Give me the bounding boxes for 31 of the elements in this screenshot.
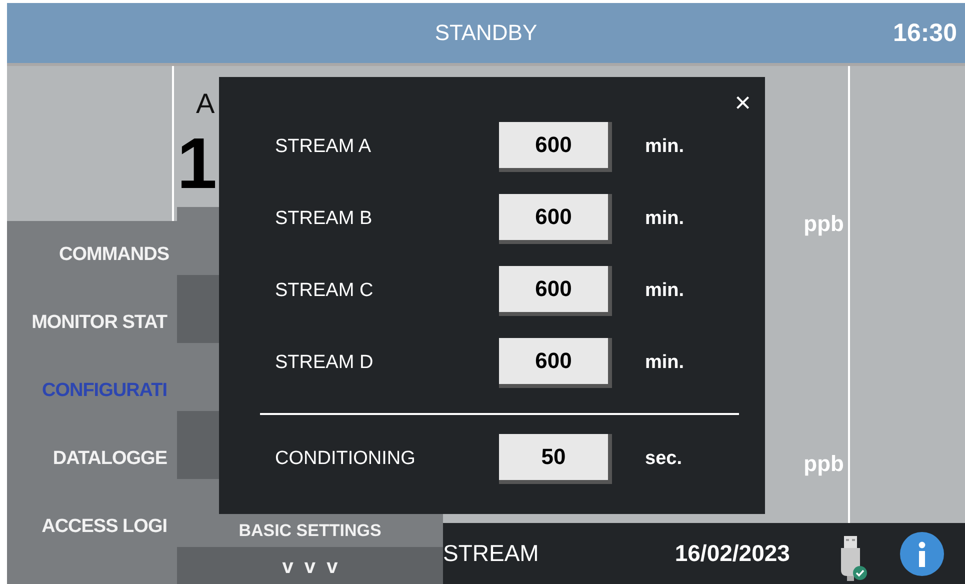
unit-label: min. bbox=[645, 208, 684, 230]
stream-name: STREAM A bbox=[274, 136, 372, 158]
close-button[interactable]: × bbox=[732, 89, 753, 117]
channel-label: A bbox=[196, 88, 215, 120]
stream-name: STREAM B bbox=[274, 208, 374, 230]
unit-label: min. bbox=[645, 280, 684, 302]
menu-item[interactable]: DATALOGGE bbox=[7, 425, 177, 493]
value-field[interactable]: 600 bbox=[499, 338, 612, 388]
reading-value: 1 bbox=[177, 128, 218, 200]
value-field[interactable]: 600 bbox=[499, 266, 612, 316]
status-text: STANDBY bbox=[434, 20, 538, 46]
value-field[interactable]: 600 bbox=[499, 122, 612, 172]
date-text: 16/02/2023 bbox=[674, 540, 790, 567]
value-field[interactable]: 50 bbox=[499, 434, 612, 484]
menu-item[interactable]: COMMANDS bbox=[7, 221, 177, 289]
unit-label: sec. bbox=[645, 448, 682, 470]
value-field[interactable]: 600 bbox=[499, 194, 612, 244]
stream-name: STREAM C bbox=[274, 280, 374, 302]
unit-label: ppb bbox=[804, 451, 844, 477]
stream-name: STREAM D bbox=[274, 352, 374, 374]
unit-label: min. bbox=[645, 136, 684, 158]
info-icon bbox=[916, 540, 927, 566]
unit-label: min. bbox=[645, 352, 684, 374]
setting-name: CONDITIONING bbox=[274, 448, 416, 470]
stream-label: STREAM bbox=[443, 540, 539, 567]
clock-time: 16:30 bbox=[893, 18, 957, 48]
more-button[interactable]: v v v bbox=[177, 547, 443, 584]
unit-label: ppb bbox=[804, 211, 844, 237]
menu-item[interactable]: MONITOR STAT bbox=[7, 289, 177, 357]
info-button[interactable] bbox=[900, 532, 944, 576]
menu-item[interactable]: ACCESS LOGI bbox=[7, 493, 177, 561]
